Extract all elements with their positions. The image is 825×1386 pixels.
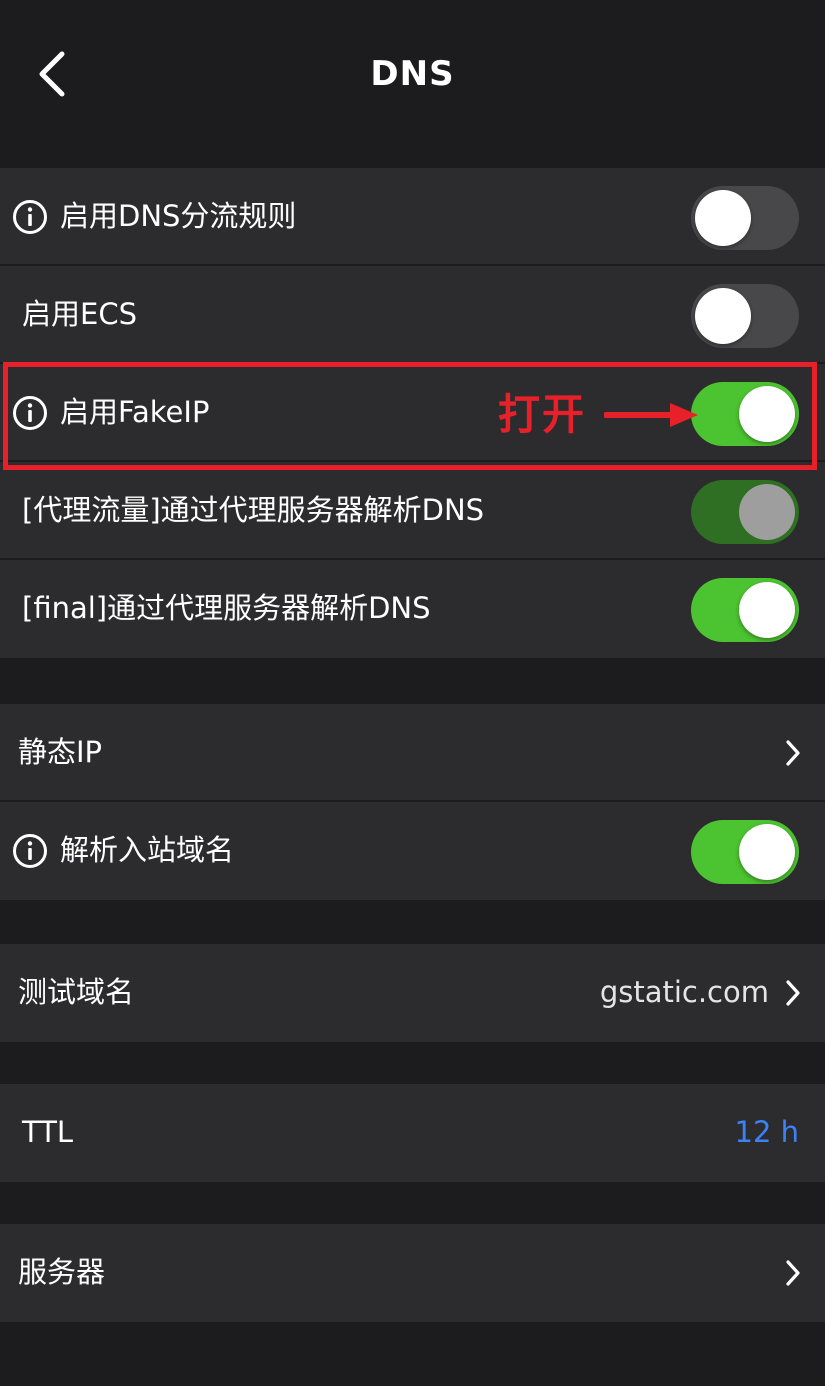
row-label: 解析入站域名 <box>60 833 235 867</box>
row-resolve-inbound-domain: 解析入站域名 <box>0 802 825 900</box>
row-label: 静态IP <box>18 735 103 769</box>
row-label: [final]通过代理服务器解析DNS <box>22 591 431 625</box>
row-static-ip[interactable]: 静态IP <box>0 704 825 802</box>
row-label: 启用FakeIP <box>60 395 210 429</box>
row-final-dns: [final]通过代理服务器解析DNS <box>0 560 825 658</box>
toggle-knob <box>739 824 795 880</box>
row-label: 启用DNS分流规则 <box>60 199 297 233</box>
test-domain-value: gstatic.com <box>599 975 769 1009</box>
ttl-group: TTL 12 h <box>0 1084 825 1182</box>
row-label: 测试域名 <box>18 975 135 1009</box>
toggle-switch[interactable] <box>691 382 799 446</box>
row-label: [代理流量]通过代理服务器解析DNS <box>22 493 485 527</box>
toggle-switch[interactable] <box>691 820 799 884</box>
servers-group: 服务器 <box>0 1224 825 1322</box>
toggle-knob <box>739 582 795 638</box>
toggle-knob <box>695 288 751 344</box>
page-title: DNS <box>370 54 455 94</box>
row-ttl[interactable]: TTL 12 h <box>0 1084 825 1182</box>
toggle-knob <box>739 484 795 540</box>
static-ip-group: 静态IP 解析入站域名 <box>0 704 825 900</box>
toggle-knob <box>695 190 751 246</box>
toggle-switch[interactable] <box>691 186 799 250</box>
row-label: TTL <box>22 1115 74 1149</box>
row-ecs: 启用ECS <box>0 266 825 364</box>
info-icon[interactable] <box>12 833 48 869</box>
row-proxy-traffic-dns: [代理流量]通过代理服务器解析DNS <box>0 462 825 560</box>
chevron-right-icon <box>786 980 800 1006</box>
chevron-right-icon <box>786 740 800 766</box>
row-dns-split-rules: 启用DNS分流规则 <box>0 168 825 266</box>
navigation-bar: DNS <box>0 0 825 150</box>
info-icon[interactable] <box>12 395 48 431</box>
annotation-label: 打开 <box>498 390 587 439</box>
toggle-switch[interactable] <box>691 578 799 642</box>
dns-options-group: 启用DNS分流规则 启用ECS 启用FakeIP [代理流量]通过代理服务器解析… <box>0 168 825 658</box>
ttl-value: 12 h <box>734 1115 800 1149</box>
chevron-right-icon <box>786 1260 800 1286</box>
arrow-right-icon <box>604 403 698 427</box>
toggle-switch[interactable] <box>691 284 799 348</box>
row-servers[interactable]: 服务器 <box>0 1224 825 1322</box>
toggle-knob <box>739 386 795 442</box>
row-fakeip: 启用FakeIP <box>0 364 825 462</box>
test-domain-group: 测试域名 gstatic.com <box>0 944 825 1042</box>
row-label: 启用ECS <box>22 297 137 331</box>
toggle-switch[interactable] <box>691 480 799 544</box>
row-test-domain[interactable]: 测试域名 gstatic.com <box>0 944 825 1042</box>
row-label: 服务器 <box>18 1255 106 1289</box>
info-icon[interactable] <box>12 199 48 235</box>
